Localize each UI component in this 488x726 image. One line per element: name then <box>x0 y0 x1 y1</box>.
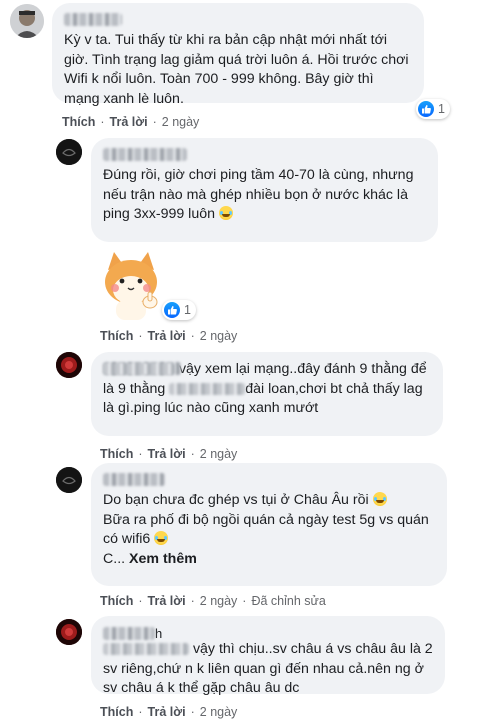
comment-text: vậy xem lại mạng..đây đánh 9 thằng để là… <box>103 361 427 417</box>
blurred-name <box>103 363 175 376</box>
like-link[interactable]: Thích <box>62 115 95 129</box>
avatar-photo <box>56 139 82 165</box>
comment-actions: Thích · Trả lời · 2 ngày · Đã chỉnh sửa <box>100 594 326 608</box>
reaction-count: 1 <box>184 303 191 317</box>
comment-bubble: Đúng rồi, giờ chơi ping tầm 40-70 là cùn… <box>91 138 438 242</box>
avatar[interactable] <box>10 4 44 38</box>
reply-link[interactable]: Trả lời <box>110 115 148 129</box>
comment-actions: Thích · Trả lời · 2 ngày <box>62 115 200 129</box>
comment-author[interactable] <box>64 11 412 29</box>
edited-label[interactable]: Đã chỉnh sửa <box>251 594 325 608</box>
reply-link[interactable]: Trả lời <box>148 705 186 719</box>
comment-bubble: Do bạn chưa đc ghép vs tụi ở Châu Âu rồi… <box>91 463 447 586</box>
comment-bubble: vậy xem lại mạng..đây đánh 9 thằng để là… <box>91 352 443 436</box>
avatar-photo <box>56 352 82 378</box>
like-link[interactable]: Thích <box>100 447 133 461</box>
like-link[interactable]: Thích <box>100 594 133 608</box>
comment-text: vậy thì chịu..sv châu á vs châu âu là 2 … <box>103 641 433 697</box>
avatar[interactable] <box>56 352 82 378</box>
reply-link[interactable]: Trả lời <box>148 447 186 461</box>
comment-author[interactable] <box>103 146 426 164</box>
reaction-badge[interactable]: 1 <box>416 99 450 119</box>
laughing-emoji-icon <box>372 492 387 506</box>
comment-author[interactable] <box>103 471 435 489</box>
avatar-photo <box>56 619 82 645</box>
blurred-name <box>103 643 189 656</box>
comment-text: Đúng rồi, giờ chơi ping tầm 40-70 là cùn… <box>103 167 414 223</box>
avatar-photo <box>56 467 82 493</box>
comment-text: Do bạn chưa đc ghép vs tụi ở Châu Âu rồi… <box>103 492 429 567</box>
timestamp[interactable]: 2 ngày <box>200 329 238 343</box>
shiba-dog-sticker <box>94 248 168 322</box>
timestamp[interactable]: 2 ngày <box>162 115 200 129</box>
see-more-link[interactable]: Xem thêm <box>129 551 197 567</box>
comment-actions: Thích · Trả lời · 2 ngày <box>100 705 238 719</box>
reply-link[interactable]: Trả lời <box>148 329 186 343</box>
blurred-name <box>169 382 246 395</box>
avatar[interactable] <box>56 139 82 165</box>
laughing-emoji-icon <box>218 206 233 221</box>
comment-actions: Thích · Trả lời · 2 ngày <box>100 329 238 343</box>
comment-text: Kỳ v ta. Tui thấy từ khi ra bản cập nhật… <box>64 32 409 107</box>
reaction-badge[interactable]: 1 <box>162 300 196 320</box>
comment-actions: Thích · Trả lời · 2 ngày <box>100 447 238 461</box>
like-link[interactable]: Thích <box>100 329 133 343</box>
like-icon <box>418 101 434 117</box>
avatar[interactable] <box>56 619 82 645</box>
timestamp[interactable]: 2 ngày <box>200 594 238 608</box>
comment-bubble: Kỳ v ta. Tui thấy từ khi ra bản cập nhật… <box>52 3 424 107</box>
laughing-emoji-icon <box>154 531 169 546</box>
avatar-photo <box>10 4 44 38</box>
comment-bubble: h vậy thì chịu..sv châu á vs châu âu là … <box>91 616 445 696</box>
timestamp[interactable]: 2 ngày <box>200 447 238 461</box>
like-link[interactable]: Thích <box>100 705 133 719</box>
reaction-count: 1 <box>438 102 445 116</box>
like-icon <box>164 302 180 318</box>
timestamp[interactable]: 2 ngày <box>200 705 238 719</box>
reply-link[interactable]: Trả lời <box>148 594 186 608</box>
avatar[interactable] <box>56 467 82 493</box>
